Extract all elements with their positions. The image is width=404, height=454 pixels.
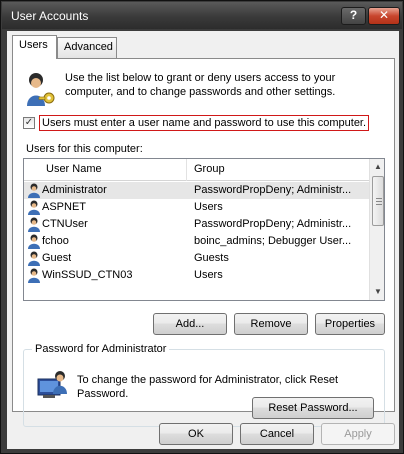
group-cell: Guests xyxy=(194,252,229,264)
user-icon xyxy=(28,251,40,266)
grip-line xyxy=(376,198,382,199)
user-name-cell: Administrator xyxy=(42,184,107,196)
help-button[interactable]: ? xyxy=(341,7,366,25)
user-name-cell: CTNUser xyxy=(42,218,88,230)
table-row[interactable]: fchoo boinc_admins; Debugger User... xyxy=(24,233,369,250)
close-button[interactable]: ✕ xyxy=(368,7,400,25)
scrollbar-thumb[interactable] xyxy=(372,176,384,226)
users-tab-panel: Use the list below to grant or deny user… xyxy=(12,58,395,427)
tab-advanced[interactable]: Advanced xyxy=(57,37,117,58)
intro-text: Use the list below to grant or deny user… xyxy=(65,72,336,98)
users-table[interactable]: User Name Group Administrator PasswordPr… xyxy=(23,158,385,301)
user-icon xyxy=(28,268,40,283)
require-login-row[interactable]: ✓ Users must enter a user name and passw… xyxy=(23,115,370,131)
user-icon xyxy=(28,217,40,232)
vertical-scrollbar[interactable]: ▲ ▼ xyxy=(369,159,384,300)
password-group-title: Password for Administrator xyxy=(32,343,170,355)
user-name-cell: fchoo xyxy=(42,235,69,247)
add-button[interactable]: Add... xyxy=(153,313,227,335)
users-key-icon xyxy=(27,73,55,106)
require-login-label[interactable]: Users must enter a user name and passwor… xyxy=(39,115,370,131)
column-user-name[interactable]: User Name xyxy=(46,163,102,175)
users-list-label: Users for this computer: xyxy=(26,143,143,155)
user-icon xyxy=(28,200,40,215)
grip-line xyxy=(376,201,382,202)
cancel-button[interactable]: Cancel xyxy=(240,423,314,445)
computer-user-icon xyxy=(37,371,67,398)
user-name-cell: Guest xyxy=(42,252,72,264)
table-row[interactable]: CTNUser PasswordPropDeny; Administr... xyxy=(24,216,369,233)
group-cell: PasswordPropDeny; Administr... xyxy=(194,184,352,196)
group-cell: boinc_admins; Debugger User... xyxy=(194,235,352,247)
require-login-checkbox[interactable]: ✓ xyxy=(23,117,35,129)
tab-users[interactable]: Users xyxy=(12,35,57,59)
dialog-client: Users Advanced Use the list below to gra… xyxy=(7,31,399,449)
remove-button[interactable]: Remove xyxy=(234,313,308,335)
reset-password-button[interactable]: Reset Password... xyxy=(252,397,374,419)
table-header: User Name Group xyxy=(24,159,369,181)
user-name-cell: ASPNET xyxy=(42,201,87,213)
title-bar[interactable]: User Accounts ? ✕ xyxy=(2,2,402,29)
window-title: User Accounts xyxy=(11,9,89,23)
properties-button[interactable]: Properties xyxy=(315,313,385,335)
table-row[interactable]: ASPNET Users xyxy=(24,199,369,216)
user-icon xyxy=(28,183,40,198)
group-cell: Users xyxy=(194,201,223,213)
apply-button[interactable]: Apply xyxy=(321,423,395,445)
column-group[interactable]: Group xyxy=(194,163,225,175)
user-name-cell: WinSSUD_CTN03 xyxy=(42,269,133,281)
group-cell: PasswordPropDeny; Administr... xyxy=(194,218,352,230)
user-accounts-window: User Accounts ? ✕ Users Advanced Use the… xyxy=(0,0,404,454)
user-icon xyxy=(28,234,40,249)
table-row[interactable]: Guest Guests xyxy=(24,250,369,267)
group-cell: Users xyxy=(194,269,223,281)
scroll-up-icon[interactable]: ▲ xyxy=(370,159,384,175)
grip-line xyxy=(376,204,382,205)
ok-button[interactable]: OK xyxy=(159,423,233,445)
scroll-down-icon[interactable]: ▼ xyxy=(370,284,384,300)
table-row[interactable]: Administrator PasswordPropDeny; Administ… xyxy=(24,182,369,199)
table-row[interactable]: WinSSUD_CTN03 Users xyxy=(24,267,369,284)
column-divider[interactable] xyxy=(186,159,187,181)
